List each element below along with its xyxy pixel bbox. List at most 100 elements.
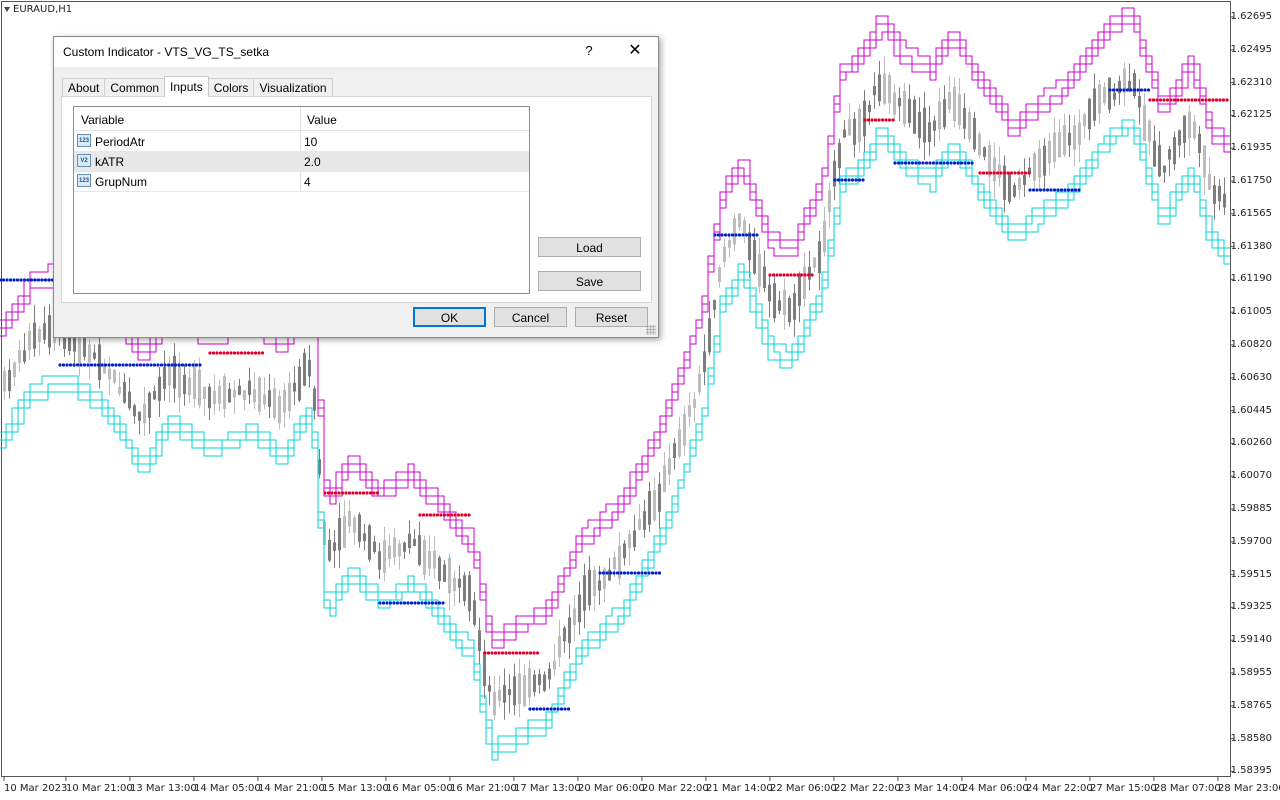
stop-dot <box>952 161 957 165</box>
price-label: 1.58395 <box>1230 765 1272 777</box>
stop-dot <box>96 363 101 367</box>
candle-body <box>793 293 796 320</box>
candle-body <box>948 91 951 110</box>
stop-dot <box>138 363 143 367</box>
stop-dot <box>388 601 393 605</box>
dialog-tabs: About Common Inputs Colors Visualization <box>62 76 333 97</box>
collapse-triangle-icon[interactable] <box>4 7 10 12</box>
stop-dot <box>1151 98 1156 102</box>
candle-body <box>408 533 411 549</box>
row-value[interactable]: 2.0 <box>304 155 321 169</box>
double-param-icon: V2 <box>77 154 91 167</box>
resize-grip-icon[interactable] <box>646 325 656 335</box>
row-value[interactable]: 4 <box>304 175 311 189</box>
tab-inputs[interactable]: Inputs <box>164 76 209 97</box>
stop-dot <box>435 513 440 517</box>
header-variable[interactable]: Variable <box>81 113 124 127</box>
time-label: 28 Mar 23:00 <box>1218 783 1280 794</box>
row-variable: PeriodAtr <box>95 135 146 149</box>
candle-body <box>48 315 51 348</box>
time-label: 24 Mar 22:00 <box>1026 783 1093 794</box>
input-row-periodatr[interactable]: 123 PeriodAtr 10 <box>74 131 529 152</box>
time-label: 27 Mar 15:00 <box>1090 783 1157 794</box>
stop-dot <box>1111 88 1116 92</box>
stop-dot <box>992 171 996 175</box>
stop-dot <box>392 601 396 605</box>
custom-indicator-dialog: Custom Indicator - VTS_VG_TS_setka ? ✕ A… <box>53 36 659 338</box>
candle-body <box>653 490 656 521</box>
stop-dot <box>425 513 429 517</box>
tab-common[interactable]: Common <box>104 78 166 97</box>
help-icon[interactable]: ? <box>579 41 599 61</box>
candle-body <box>148 392 151 418</box>
load-button[interactable]: Load <box>538 237 641 257</box>
dialog-titlebar[interactable]: Custom Indicator - VTS_VG_TS_setka ? ✕ <box>54 37 658 67</box>
input-row-katr[interactable]: V2 kATR 2.0 <box>74 151 529 172</box>
stop-dot <box>29 278 34 282</box>
stop-dot <box>1193 98 1198 102</box>
candle-body <box>1153 140 1156 167</box>
candle-body <box>503 684 506 703</box>
candle-body <box>363 533 366 542</box>
stop-dot <box>131 363 136 367</box>
candle-body <box>733 218 736 245</box>
candle-body <box>438 557 441 582</box>
stop-dot <box>796 273 800 277</box>
candle-body <box>643 511 646 530</box>
header-value[interactable]: Value <box>307 113 337 127</box>
stop-dot <box>1035 188 1039 192</box>
stop-dot <box>333 491 338 495</box>
time-label: 20 Mar 22:00 <box>642 783 709 794</box>
candle-body <box>1003 165 1006 200</box>
cancel-button[interactable]: Cancel <box>494 307 567 327</box>
save-button[interactable]: Save <box>538 271 641 291</box>
stop-dot <box>891 118 895 122</box>
stop-dot <box>191 363 195 367</box>
stop-dot <box>854 178 858 182</box>
stop-dot <box>211 351 216 355</box>
reset-button[interactable]: Reset <box>575 307 648 327</box>
inputs-grid[interactable]: Variable Value 123 PeriodAtr 10 V2 kATR … <box>73 106 530 294</box>
candle-body <box>358 514 361 542</box>
candle-body <box>693 399 696 408</box>
candle-body <box>433 550 436 569</box>
candle-body <box>838 143 841 169</box>
stop-dot <box>1122 88 1126 92</box>
stop-dot <box>945 161 950 165</box>
stop-dot <box>361 491 366 495</box>
stop-dot <box>86 363 90 367</box>
candle-body <box>233 389 236 398</box>
stop-dot <box>518 651 522 655</box>
candle-body <box>268 390 271 407</box>
tab-about[interactable]: About <box>62 78 106 97</box>
candle-body <box>218 385 221 404</box>
candle-body <box>543 674 546 691</box>
stop-dot <box>399 601 403 605</box>
row-value[interactable]: 10 <box>304 135 317 149</box>
candle-body <box>1173 137 1176 165</box>
candle-body <box>888 75 891 104</box>
stop-dot <box>789 273 793 277</box>
candle-body <box>43 323 46 340</box>
candle-body <box>878 74 881 102</box>
time-label: 17 Mar 13:00 <box>514 783 581 794</box>
stop-dot <box>1049 188 1053 192</box>
tab-colors[interactable]: Colors <box>207 78 255 97</box>
candle-body <box>918 111 921 139</box>
candle-body <box>128 391 131 409</box>
price-label: 1.60445 <box>1230 404 1272 416</box>
time-label: 13 Mar 13:00 <box>130 783 197 794</box>
stop-dot <box>110 363 115 367</box>
candle-body <box>658 483 661 512</box>
tab-visualization[interactable]: Visualization <box>253 78 333 97</box>
close-icon[interactable]: ✕ <box>622 40 648 62</box>
candle-body <box>1183 115 1186 143</box>
stop-dot <box>938 161 943 165</box>
stop-dot <box>418 513 422 517</box>
input-row-grupnum[interactable]: 123 GrupNum 4 <box>74 171 529 192</box>
candle-body <box>538 673 541 685</box>
stop-dot <box>12 278 16 282</box>
stop-dot <box>180 363 185 367</box>
stop-dot <box>1176 98 1180 102</box>
ok-button[interactable]: OK <box>413 307 486 327</box>
